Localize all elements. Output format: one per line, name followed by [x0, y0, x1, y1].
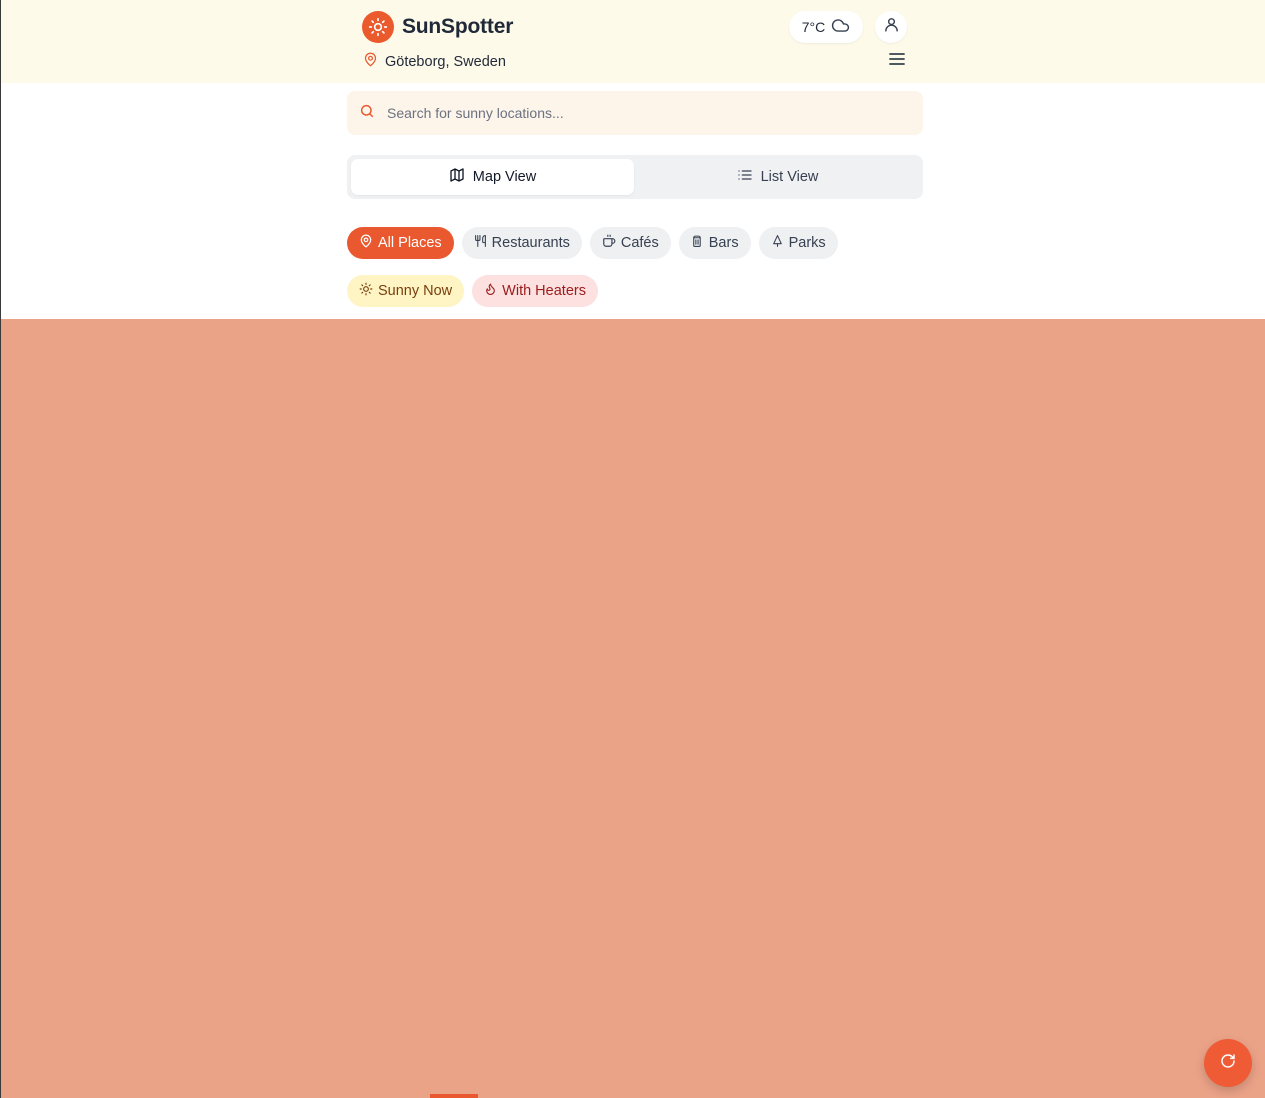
filter-chip-sunny-now[interactable]: Sunny Now	[347, 275, 465, 307]
category-chip-label: All Places	[378, 235, 442, 251]
tree-icon	[771, 234, 784, 252]
coffee-icon	[602, 234, 616, 252]
tab-list-view-label: List View	[760, 169, 819, 185]
flame-icon	[484, 282, 497, 300]
user-icon	[883, 16, 900, 38]
tab-map-view-label: Map View	[472, 169, 537, 185]
brand[interactable]: SunSpotter	[362, 11, 513, 43]
map-canvas[interactable]	[1, 319, 1265, 1098]
sun-logo-icon	[362, 11, 394, 43]
category-chip-parks[interactable]: Parks	[758, 227, 838, 259]
search-bar[interactable]	[347, 91, 923, 135]
search-icon	[359, 103, 375, 124]
category-chip-cafes[interactable]: Cafés	[589, 227, 671, 259]
filter-chip-label: With Heaters	[502, 283, 586, 299]
map-marker[interactable]	[430, 1094, 478, 1098]
menu-button[interactable]	[885, 50, 909, 72]
refresh-button[interactable]	[1204, 1039, 1252, 1087]
map-pin-icon	[359, 234, 373, 252]
filter-chip-label: Sunny Now	[378, 283, 453, 299]
category-filters: All Places Restaurants Cafés Bars Parks	[347, 227, 838, 259]
category-chip-restaurants[interactable]: Restaurants	[461, 227, 582, 259]
list-icon	[737, 167, 753, 187]
user-profile-button[interactable]	[875, 11, 907, 43]
filter-chip-with-heaters[interactable]: With Heaters	[472, 275, 598, 307]
category-chip-label: Bars	[708, 235, 739, 251]
beer-icon	[691, 234, 704, 252]
category-chip-label: Restaurants	[491, 235, 570, 251]
category-chip-label: Parks	[788, 235, 826, 251]
view-toggle: Map View List View	[347, 155, 923, 199]
temperature-value: 7°C	[801, 19, 826, 35]
app-header: SunSpotter Göteborg, Sweden 7°C	[1, 0, 1265, 83]
location-label: Göteborg, Sweden	[385, 53, 506, 70]
utensils-icon	[474, 234, 487, 252]
sun-icon	[359, 282, 373, 300]
refresh-icon	[1220, 1053, 1236, 1074]
category-chip-label: Cafés	[620, 235, 659, 251]
tab-list-view[interactable]: List View	[636, 159, 919, 195]
tab-map-view[interactable]: Map View	[351, 159, 634, 195]
app-title: SunSpotter	[402, 15, 514, 38]
weather-pill[interactable]: 7°C	[789, 11, 863, 43]
category-chip-all-places[interactable]: All Places	[347, 227, 454, 259]
map-pin-icon	[363, 52, 378, 71]
cloud-icon	[831, 16, 850, 38]
search-input[interactable]	[387, 105, 887, 121]
location-selector[interactable]: Göteborg, Sweden	[363, 52, 506, 71]
hamburger-menu-icon	[888, 51, 906, 72]
condition-filters: Sunny Now With Heaters	[347, 275, 598, 307]
category-chip-bars[interactable]: Bars	[678, 227, 751, 259]
map-icon	[449, 167, 465, 187]
